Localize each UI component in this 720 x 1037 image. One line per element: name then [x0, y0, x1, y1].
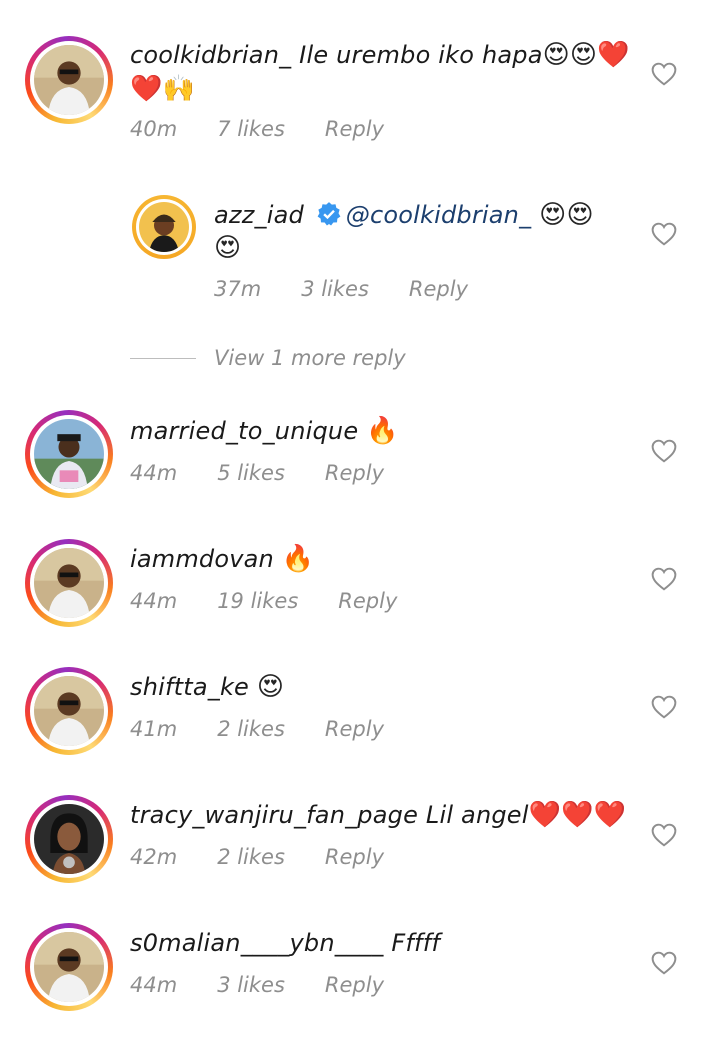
emoji: 😍: [214, 233, 242, 263]
mention-link[interactable]: @coolkidbrian_: [346, 201, 532, 229]
likes-count[interactable]: 2 likes: [217, 845, 285, 869]
comment-text-cont: 😍: [214, 231, 241, 265]
timestamp: 44m: [130, 461, 178, 485]
emoji: 🔥: [281, 544, 315, 574]
emoji: 😍: [256, 672, 285, 702]
emoji: 😍😍: [539, 200, 594, 230]
username[interactable]: shiftta_ke: [130, 673, 249, 701]
username[interactable]: married_to_unique: [130, 417, 358, 445]
heart-outline-icon[interactable]: [651, 823, 677, 847]
heart-outline-icon[interactable]: [651, 222, 677, 246]
comment-text: iammdovan 🔥: [130, 542, 314, 576]
likes-count[interactable]: 7 likes: [217, 117, 285, 141]
reply-button[interactable]: Reply: [325, 845, 384, 869]
emoji: 🔥: [366, 416, 399, 446]
username[interactable]: iammdovan: [130, 545, 274, 573]
timestamp: 40m: [130, 117, 178, 141]
emoji: 😍😍❤️: [542, 40, 630, 70]
heart-outline-icon[interactable]: [651, 567, 677, 591]
comment-text: shiftta_ke 😍: [130, 670, 284, 704]
timestamp: 41m: [130, 717, 178, 741]
username[interactable]: coolkidbrian_: [130, 41, 291, 69]
likes-count[interactable]: 3 likes: [301, 277, 369, 301]
comment-meta: 44m 5 likes Reply: [130, 461, 424, 485]
verified-badge-icon: [316, 201, 342, 227]
comment-meta: 41m 2 likes Reply: [130, 717, 424, 741]
timestamp: 37m: [214, 277, 262, 301]
comment-text: s0malian____ybn____ Fffff: [130, 926, 440, 960]
comment-text-cont: ❤️🙌: [130, 72, 195, 106]
avatar[interactable]: [25, 923, 113, 1011]
likes-count[interactable]: 19 likes: [217, 589, 298, 613]
avatar[interactable]: [25, 795, 113, 883]
heart-outline-icon[interactable]: [651, 439, 677, 463]
avatar[interactable]: [25, 667, 113, 755]
comment-meta: 44m 19 likes Reply: [130, 589, 437, 613]
comment-meta: 44m 3 likes Reply: [130, 973, 424, 997]
avatar[interactable]: [25, 36, 113, 124]
timestamp: 44m: [130, 589, 178, 613]
username[interactable]: azz_iad: [214, 201, 304, 229]
likes-count[interactable]: 2 likes: [217, 717, 285, 741]
heart-outline-icon[interactable]: [651, 62, 677, 86]
avatar[interactable]: [25, 410, 113, 498]
comment-body: Ile urembo iko hapa: [299, 41, 543, 69]
timestamp: 44m: [130, 973, 178, 997]
reply-button[interactable]: Reply: [325, 973, 384, 997]
heart-outline-icon[interactable]: [651, 951, 677, 975]
emoji: ❤️🙌: [130, 74, 196, 104]
timestamp: 42m: [130, 845, 178, 869]
reply-button[interactable]: Reply: [338, 589, 397, 613]
avatar[interactable]: [25, 539, 113, 627]
avatar[interactable]: [132, 195, 196, 259]
comment-text: married_to_unique 🔥: [130, 414, 399, 448]
comment-body: Fffff: [391, 929, 441, 957]
divider: [130, 357, 196, 359]
reply-button[interactable]: Reply: [325, 717, 384, 741]
likes-count[interactable]: 5 likes: [217, 461, 285, 485]
view-more-label[interactable]: View 1 more reply: [214, 346, 406, 370]
comment-meta: 37m 3 likes Reply: [214, 277, 508, 301]
comment-meta: 40m 7 likes Reply: [130, 117, 424, 141]
username[interactable]: s0malian____ybn____: [130, 929, 384, 957]
likes-count[interactable]: 3 likes: [217, 973, 285, 997]
comment-body: Lil angel: [425, 801, 529, 829]
reply-button[interactable]: Reply: [409, 277, 468, 301]
username[interactable]: tracy_wanjiru_fan_page: [130, 801, 418, 829]
view-more-replies[interactable]: View 1 more reply: [130, 346, 406, 370]
comment-text: coolkidbrian_ Ile urembo iko hapa😍😍❤️: [130, 38, 630, 72]
comment-meta: 42m 2 likes Reply: [130, 845, 424, 869]
emoji: ❤️❤️❤️: [528, 800, 627, 830]
reply-button[interactable]: Reply: [325, 461, 384, 485]
comment-text: azz_iad @coolkidbrian_ 😍😍: [214, 198, 594, 232]
reply-button[interactable]: Reply: [325, 117, 384, 141]
heart-outline-icon[interactable]: [651, 695, 677, 719]
comment-text: tracy_wanjiru_fan_page Lil angel❤️❤️❤️: [130, 798, 626, 832]
